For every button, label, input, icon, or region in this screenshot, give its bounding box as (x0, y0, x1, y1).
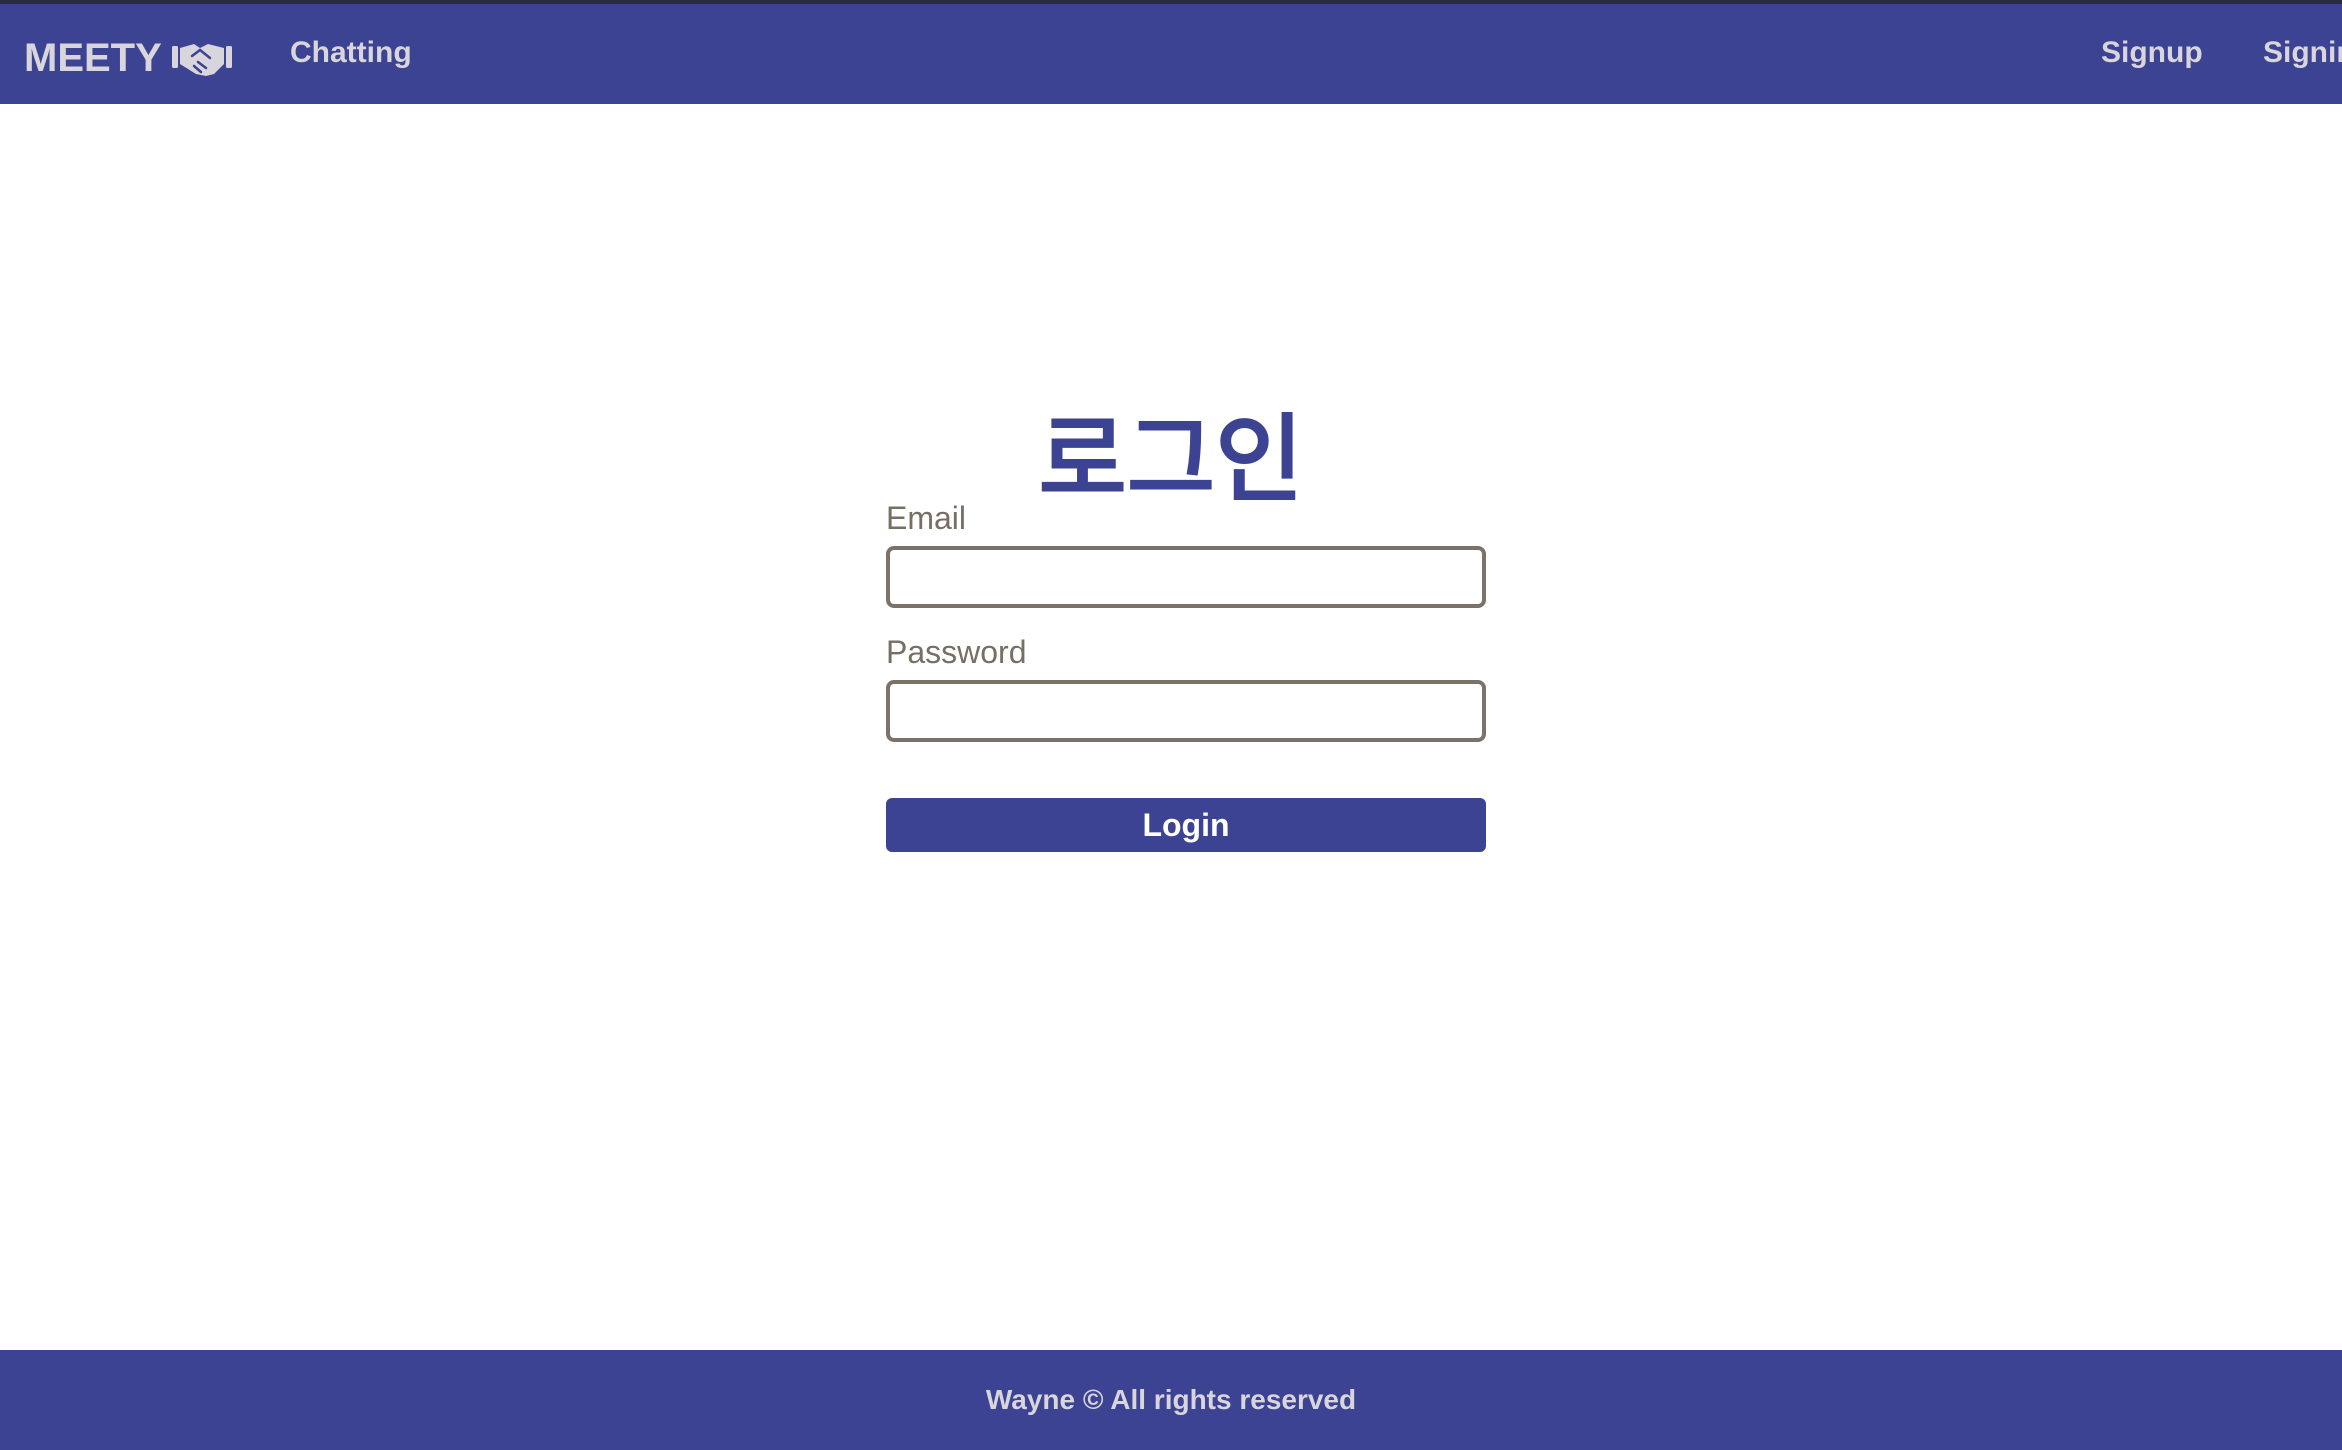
footer: Wayne © All rights reserved (0, 1350, 2342, 1450)
footer-copyright: Wayne © All rights reserved (985, 1384, 1357, 1415)
brand-logo[interactable]: MEETY (24, 32, 234, 84)
password-label: Password (886, 634, 1027, 670)
nav-link-chatting[interactable]: Chatting (290, 36, 412, 70)
nav-link-signin[interactable]: Signin (2263, 36, 2342, 70)
email-field[interactable] (886, 546, 1486, 608)
login-button[interactable]: Login (886, 798, 1486, 852)
nav-link-signup[interactable]: Signup (2101, 36, 2203, 70)
navbar: MEETY Chatting Signup Signin (0, 4, 2342, 104)
login-form: Email Password (886, 498, 1486, 742)
page-title: 로그인 (1038, 404, 1304, 516)
password-field[interactable] (886, 680, 1486, 742)
handshake-icon (170, 36, 234, 80)
email-label: Email (886, 500, 967, 536)
brand-name: MEETY (24, 35, 162, 80)
